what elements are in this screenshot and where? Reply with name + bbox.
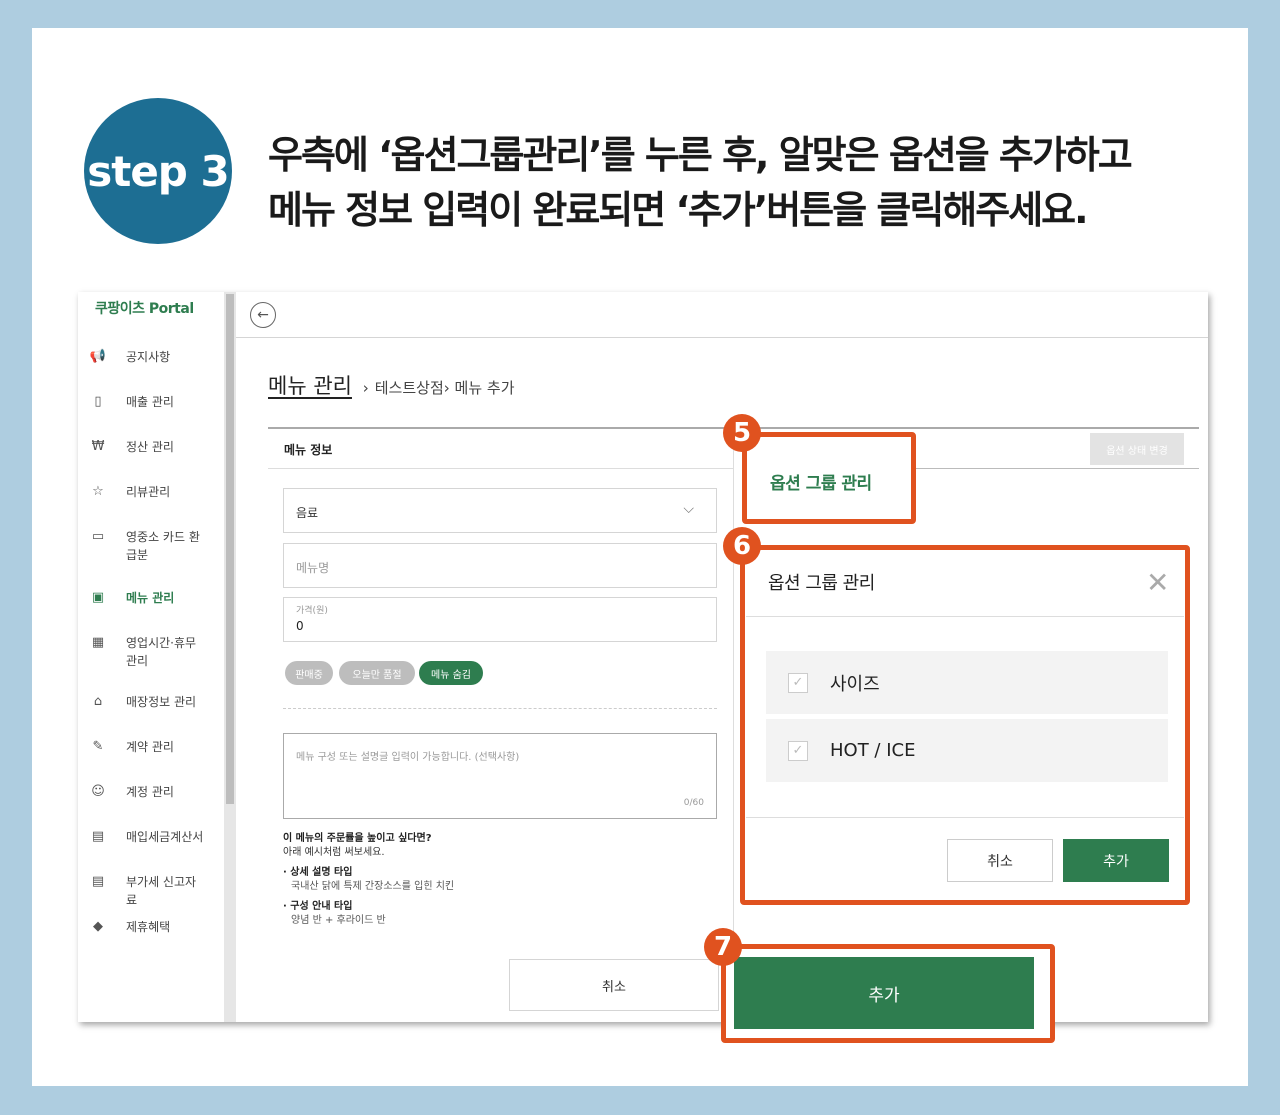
price-label: 가격(원)	[296, 606, 328, 616]
checkbox-icon[interactable]: ✓	[788, 740, 808, 761]
megaphone-icon: 📢	[89, 349, 107, 364]
settlement-icon: ₩	[91, 439, 105, 454]
price-value: 0	[296, 619, 304, 633]
sidebar-item-label: 계정 관리	[126, 785, 174, 799]
sidebar-item-13[interactable]: ◆ 제휴혜택	[88, 918, 224, 936]
step-badge-5: 5	[723, 414, 761, 452]
breadcrumb-store: 테스트상점	[374, 379, 444, 397]
tips-title: 이 메뉴의 주문률을 높이고 싶다면?	[283, 833, 432, 844]
store-icon: ⌂	[93, 694, 103, 709]
category-select[interactable]: 음료 ⌵	[283, 488, 717, 533]
description-placeholder: 메뉴 구성 또는 설명글 입력이 가능합니다. (선택사항)	[296, 752, 520, 763]
chip-on-sale[interactable]: 판매중	[285, 661, 333, 685]
brand-logo: 쿠팡이츠 Portal	[95, 301, 194, 317]
sidebar-item-5[interactable]: ▭ 영중소 카드 환급분	[88, 528, 224, 564]
menu-book-icon: ▣	[91, 590, 105, 605]
document-icon: ▤	[91, 874, 105, 889]
option-group-manage-tab[interactable]: 옵션 그룹 관리	[770, 469, 872, 494]
user-icon: ☺	[91, 784, 105, 799]
tips-sub: 아래 예시처럼 써보세요.	[283, 847, 385, 858]
sidebar-item-label: 매입세금계산서	[126, 830, 204, 844]
breadcrumb-menu-manage[interactable]: 메뉴 관리	[268, 374, 352, 398]
step-badge-6: 6	[723, 527, 761, 565]
bar-chart-icon: ▯	[94, 394, 102, 409]
calendar-icon: ▦	[91, 635, 105, 650]
divider	[268, 427, 734, 429]
checkbox-icon[interactable]: ✓	[788, 672, 808, 693]
chip-hide-menu[interactable]: 메뉴 숨김	[419, 661, 483, 685]
chip-sold-out-today[interactable]: 오늘만 품절	[339, 661, 415, 685]
contract-icon: ✎	[92, 739, 104, 754]
cancel-button[interactable]: 취소	[509, 959, 719, 1011]
divider	[283, 708, 717, 709]
sidebar-item-10[interactable]: ☺ 계정 관리	[88, 783, 224, 801]
category-value: 음료	[296, 506, 319, 520]
instruction-headline: 우측에 ‘옵션그룹관리’를 누른 후, 알맞은 옵션을 추가하고 메뉴 정보 입…	[268, 128, 1248, 238]
headline-line-2: 메뉴 정보 입력이 완료되면 ‘추가’버튼을 클릭해주세요.	[268, 188, 1089, 232]
sidebar-item-label: 공지사항	[126, 350, 171, 364]
sidebar-item-11[interactable]: ▤ 매입세금계산서	[88, 828, 224, 846]
breadcrumb-separator: ›	[362, 379, 369, 397]
sidebar-item-label: 영업시간·휴무 관리	[126, 636, 197, 668]
divider	[744, 427, 1199, 429]
option-status-button[interactable]: 옵션 상태 변경	[1090, 433, 1184, 465]
menu-info-title: 메뉴 정보	[284, 443, 333, 457]
calculator-icon: ▤	[91, 829, 105, 844]
char-counter: 0/60	[683, 798, 704, 808]
sidebar-item-label: 계약 관리	[126, 740, 174, 754]
divider	[746, 817, 1184, 818]
close-icon[interactable]: ✕	[1146, 566, 1169, 600]
divider	[268, 468, 734, 469]
chevron-down-icon: ⌵	[683, 501, 694, 517]
modal-cancel-button[interactable]: 취소	[947, 839, 1053, 882]
sidebar-item-3[interactable]: ₩ 정산 관리	[88, 438, 224, 456]
price-input[interactable]: 가격(원) 0	[283, 597, 717, 642]
breadcrumb-separator: ›	[443, 379, 450, 397]
sidebar-item-label: 영중소 카드 환급분	[126, 530, 200, 562]
sidebar-item-label: 메뉴 관리	[126, 591, 175, 605]
modal-title: 옵션 그룹 관리	[768, 573, 875, 594]
card-icon: ▭	[91, 529, 105, 544]
star-review-icon: ☆	[92, 484, 104, 499]
step-badge-7: 7	[704, 928, 742, 966]
sidebar-item-8[interactable]: ⌂ 매장정보 관리	[88, 693, 224, 711]
headline-line-1: 우측에 ‘옵션그룹관리’를 누른 후, 알맞은 옵션을 추가하고	[268, 133, 1133, 177]
step-badge: step 3	[84, 98, 232, 244]
writing-tips: 이 메뉴의 주문률을 높이고 싶다면? 아래 예시처럼 써보세요. · 상세 설…	[283, 832, 454, 928]
menu-description-textarea[interactable]: 메뉴 구성 또는 설명글 입력이 가능합니다. (선택사항) 0/60	[283, 733, 717, 819]
back-arrow-icon[interactable]: ←	[250, 302, 276, 328]
sidebar: 쿠팡이츠 Portal 📢 공지사항 ▯ 매출 관리 ₩ 정산 관리 ☆ 리뷰관리 ▭ 영중소 카…	[78, 292, 224, 1022]
option-row-hot-ice[interactable]: ✓ HOT / ICE	[766, 719, 1168, 782]
breadcrumb: 메뉴 관리 › 테스트상점› 메뉴 추가	[268, 370, 515, 400]
sidebar-item-6[interactable]: ▣ 메뉴 관리	[88, 589, 224, 607]
option-label: HOT / ICE	[830, 740, 916, 761]
sidebar-item-label: 정산 관리	[126, 440, 174, 454]
tip-1-title: · 상세 설명 타입	[283, 867, 353, 878]
sidebar-item-label: 매장정보 관리	[126, 695, 197, 709]
tip-1-text: 국내산 닭에 특제 간장소스를 입힌 치킨	[291, 881, 455, 892]
add-menu-button[interactable]: 추가	[734, 957, 1034, 1029]
sidebar-item-4[interactable]: ☆ 리뷰관리	[88, 483, 224, 501]
breadcrumb-page: 메뉴 추가	[454, 379, 515, 397]
sidebar-item-label: 제휴혜택	[126, 920, 171, 934]
modal-add-button[interactable]: 추가	[1063, 839, 1169, 882]
sidebar-item-label: 리뷰관리	[126, 485, 171, 499]
divider	[746, 616, 1184, 617]
option-label: 사이즈	[830, 673, 880, 695]
top-bar: ←	[236, 292, 1208, 338]
sidebar-item-9[interactable]: ✎ 계약 관리	[88, 738, 224, 756]
sidebar-item-1[interactable]: 📢 공지사항	[88, 348, 224, 366]
sidebar-item-12[interactable]: ▤ 부가세 신고자료	[88, 873, 224, 909]
sidebar-item-2[interactable]: ▯ 매출 관리	[88, 393, 224, 411]
sidebar-item-7[interactable]: ▦ 영업시간·휴무 관리	[88, 634, 224, 670]
diamond-icon: ◆	[93, 919, 103, 934]
sidebar-scrollbar[interactable]	[224, 292, 236, 1022]
scrollbar-thumb[interactable]	[226, 294, 234, 804]
option-row-size[interactable]: ✓ 사이즈	[766, 651, 1168, 714]
sidebar-item-label: 부가세 신고자료	[126, 875, 197, 907]
tip-2-title: · 구성 안내 타입	[283, 901, 353, 912]
menu-name-input[interactable]: 메뉴명	[283, 543, 717, 588]
tip-2-text: 양념 반 + 후라이드 반	[291, 915, 386, 926]
sidebar-item-label: 매출 관리	[126, 395, 174, 409]
